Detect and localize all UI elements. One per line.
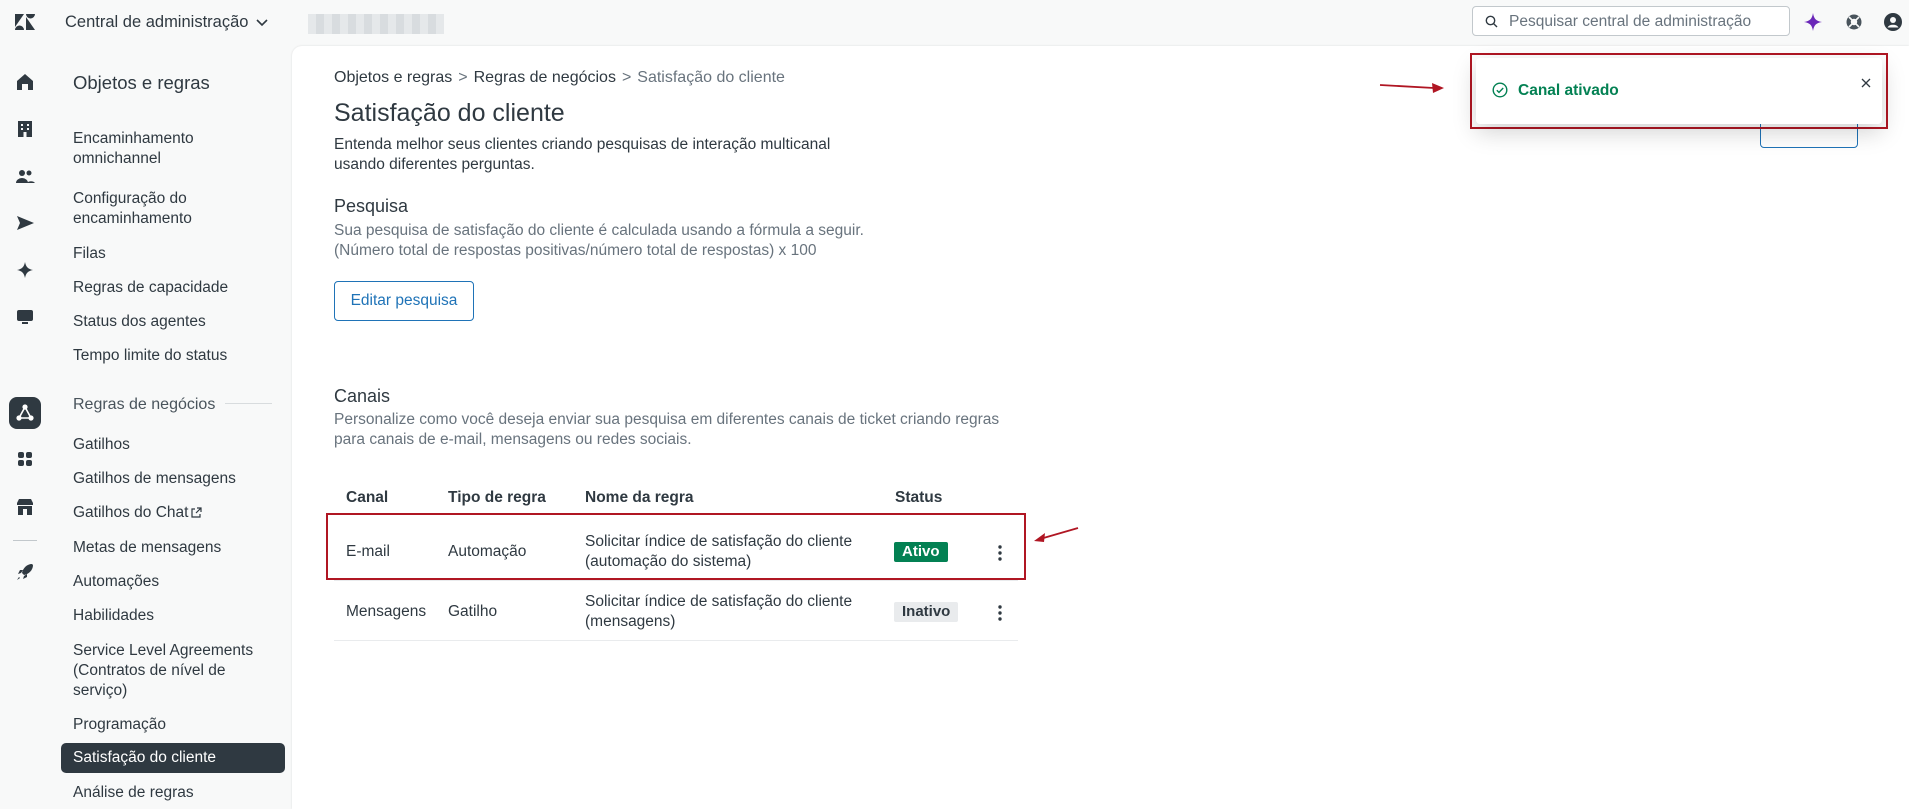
admin-search[interactable] — [1472, 6, 1790, 36]
objects-rules-icon[interactable] — [14, 402, 36, 424]
nav-section-divider — [225, 403, 272, 404]
people-icon[interactable] — [14, 165, 36, 187]
cell-rule-name[interactable]: Solicitar índice de satisfação do client… — [585, 592, 875, 632]
search-input[interactable] — [1507, 11, 1781, 33]
breadcrumb-current: Satisfação do cliente — [637, 69, 785, 86]
toast-message: Canal ativado — [1518, 82, 1619, 99]
table-row-divider — [334, 640, 1018, 641]
column-header-channel: Canal — [346, 489, 389, 506]
nav-item-automations[interactable]: Automações — [73, 572, 263, 592]
subnav-title: Objetos e regras — [73, 72, 210, 93]
nav-item-routing-config[interactable]: Configuração do encaminhamento — [73, 189, 263, 229]
annotation-arrow-icon — [1379, 83, 1444, 93]
page-description: Entenda melhor seus clientes criando pes… — [334, 136, 831, 173]
survey-formula-line2: (Número total de respostas positivas/núm… — [334, 242, 817, 259]
page-title: Satisfação do cliente — [334, 99, 565, 127]
nav-item-sla[interactable]: Service Level Agreements (Contratos de n… — [73, 641, 263, 701]
toast-notification: Canal ativado — [1476, 58, 1882, 124]
channels-send-icon[interactable] — [14, 212, 36, 234]
channels-section-title: Canais — [334, 386, 391, 406]
nav-item-customer-satisfaction[interactable]: Satisfação do cliente — [61, 743, 285, 773]
status-badge-inactive: Inativo — [894, 602, 959, 622]
column-header-status: Status — [895, 489, 943, 506]
workspaces-icon[interactable] — [14, 306, 36, 328]
redacted-subdomain — [308, 14, 444, 34]
breadcrumb-objects-rules[interactable]: Objetos e regras — [334, 69, 452, 86]
nav-item-status-timeout[interactable]: Tempo limite do status — [73, 346, 263, 366]
main-content: Objetos e regras > Regras de negócios > Sati… — [292, 46, 1909, 809]
channels-description: Personalize como você deseja enviar sua … — [334, 411, 1000, 448]
search-icon — [1485, 15, 1498, 28]
nav-item-skills[interactable]: Habilidades — [73, 606, 263, 626]
nav-item-messaging-triggers[interactable]: Gatilhos de mensagens — [73, 469, 263, 489]
breadcrumb-separator: > — [458, 69, 468, 86]
external-link-icon — [191, 507, 203, 518]
chevron-down-icon[interactable] — [254, 14, 270, 30]
cell-rule-type: Gatilho — [448, 603, 498, 620]
edit-survey-button[interactable]: Editar pesquisa — [334, 281, 474, 321]
user-avatar-icon[interactable] — [1883, 12, 1903, 32]
nav-item-chat-triggers-label: Gatilhos do Chat — [73, 504, 189, 521]
survey-formula-line1: Sua pesquisa de satisfação do cliente é … — [334, 222, 864, 239]
ai-sparkle-icon[interactable] — [14, 259, 36, 281]
nav-section-business-rules: Regras de negócios — [73, 396, 216, 413]
nav-item-triggers[interactable]: Gatilhos — [73, 435, 263, 455]
nav-item-queues[interactable]: Filas — [73, 244, 263, 264]
annotation-arrow-icon — [1034, 527, 1079, 542]
product-rail — [0, 44, 50, 809]
building-icon[interactable] — [14, 118, 36, 140]
annotation-highlight-row — [326, 513, 1026, 580]
cell-channel: Mensagens — [346, 603, 427, 620]
rocket-icon[interactable] — [14, 561, 36, 583]
app-switcher-title[interactable]: Central de administração — [65, 13, 248, 32]
top-header: Central de administração — [0, 0, 1909, 44]
apps-icon[interactable] — [14, 448, 36, 470]
table-row-divider — [334, 580, 1018, 581]
nav-item-schedules[interactable]: Programação — [73, 715, 263, 735]
nav-item-omnichannel-routing[interactable]: Encaminhamento omnichannel — [73, 129, 263, 169]
overflow-menu-icon[interactable] — [993, 603, 1007, 623]
breadcrumb-business-rules[interactable]: Regras de negócios — [474, 69, 616, 86]
help-lifebuoy-icon[interactable] — [1844, 12, 1864, 32]
account-icon[interactable] — [14, 496, 36, 518]
survey-section-title: Pesquisa — [334, 196, 409, 216]
ai-sparkle-icon[interactable] — [1803, 12, 1823, 32]
home-icon[interactable] — [14, 71, 36, 93]
breadcrumb: Objetos e regras > Regras de negócios > Sati… — [334, 69, 785, 87]
nav-item-chat-triggers[interactable]: Gatilhos do Chat — [73, 503, 263, 523]
nav-item-agent-statuses[interactable]: Status dos agentes — [73, 312, 263, 332]
nav-item-rules-analysis[interactable]: Análise de regras — [73, 783, 263, 803]
nav-item-messaging-goals[interactable]: Metas de mensagens — [73, 538, 263, 558]
nav-item-capacity-rules[interactable]: Regras de capacidade — [73, 278, 263, 298]
close-icon[interactable] — [1861, 78, 1871, 88]
nav-item-customer-satisfaction-label: Satisfação do cliente — [73, 749, 217, 766]
column-header-rule-type: Tipo de regra — [448, 489, 546, 506]
column-header-rule-name: Nome da regra — [585, 489, 694, 506]
secondary-nav: Objetos e regras Encaminhamento omnichan… — [50, 44, 292, 809]
rail-divider — [13, 540, 37, 541]
breadcrumb-separator: > — [621, 69, 632, 86]
check-circle-icon — [1492, 82, 1508, 98]
zendesk-logo-icon[interactable] — [14, 12, 36, 32]
